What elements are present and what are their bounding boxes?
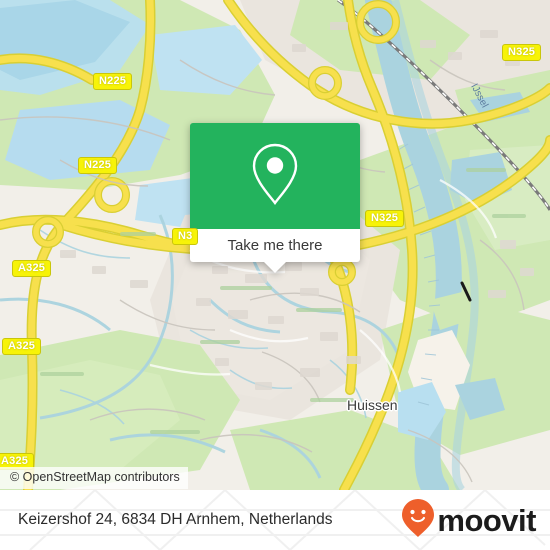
location-callout-card[interactable]: Take me there [190, 123, 360, 273]
moovit-wordmark: moovit [437, 502, 536, 538]
road-shield-n325-upper: N325 [502, 44, 542, 61]
road-shield-a325-middle: A325 [2, 338, 42, 355]
road-shield-n325-lower: N325 [365, 210, 405, 227]
address-label: Keizershof 24, 6834 DH Arnhem, Netherlan… [18, 511, 333, 528]
moovit-logo[interactable]: moovit [401, 498, 536, 543]
road-shield-a325-upper: A325 [12, 260, 52, 277]
map-screenshot-page: N225 N225 A325 A325 A325 N325 N325 N3 Hu… [0, 0, 550, 550]
callout-pointer-tail [264, 262, 286, 273]
callout-header [190, 123, 360, 229]
take-me-there-button[interactable]: Take me there [190, 229, 360, 262]
map-pin-icon [248, 141, 302, 212]
map-canvas[interactable]: N225 N225 A325 A325 A325 N325 N325 N3 Hu… [0, 0, 550, 490]
footer-bar: Keizershof 24, 6834 DH Arnhem, Netherlan… [0, 490, 550, 550]
map-attribution[interactable]: © OpenStreetMap contributors [0, 467, 188, 489]
road-shield-n225-lower: N225 [78, 157, 118, 174]
place-label-huissen: Huissen [347, 397, 398, 413]
take-me-there-label: Take me there [227, 237, 323, 254]
road-shield-n225-upper: N225 [93, 73, 133, 90]
moovit-smiley-pin-icon [401, 498, 435, 543]
road-shield-n3-behind-callout: N3 [172, 228, 199, 245]
